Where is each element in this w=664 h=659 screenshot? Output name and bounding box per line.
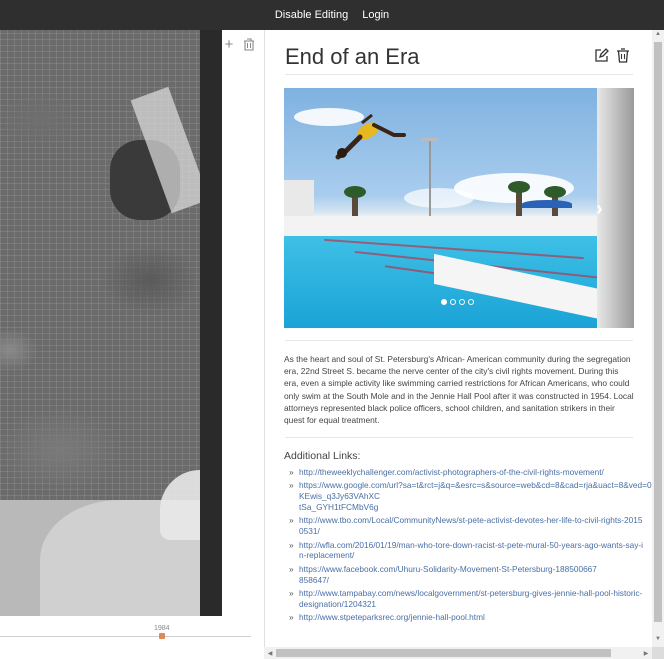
scroll-down-icon[interactable]: ▼ — [652, 636, 664, 642]
login-link[interactable]: Login — [362, 9, 389, 21]
story-panel: End of an Era › As the heart and soul of… — [264, 30, 652, 647]
external-link[interactable]: https://www.facebook.com/Uhuru-Solidarit… — [299, 564, 597, 585]
pool-diver-photo — [284, 88, 597, 328]
plus-icon[interactable]: + — [222, 37, 236, 52]
scroll-right-icon[interactable]: ▶ — [640, 650, 652, 657]
scrollbar-thumb[interactable] — [654, 42, 662, 622]
list-item: http://www.tampabay.com/news/localgovern… — [289, 588, 644, 610]
timeline-track[interactable] — [0, 636, 251, 637]
aerial-map-image[interactable] — [0, 30, 222, 616]
timeline-year-label: 1984 — [154, 625, 170, 632]
chevron-right-icon[interactable]: › — [596, 198, 603, 221]
timeline-handle[interactable] — [159, 633, 165, 639]
external-link[interactable]: http://theweeklychallenger.com/activist-… — [299, 467, 604, 477]
story-title: End of an Era — [285, 44, 420, 69]
carousel-dot[interactable] — [450, 299, 456, 305]
vertical-scrollbar[interactable]: ▲ ▼ — [652, 30, 664, 647]
external-link[interactable]: http://wfla.com/2016/01/19/man-who-tore-… — [299, 540, 643, 561]
additional-links-heading: Additional Links: — [284, 450, 361, 462]
scroll-left-icon[interactable]: ◀ — [264, 650, 276, 657]
list-item: https://www.facebook.com/Uhuru-Solidarit… — [289, 564, 599, 586]
list-item: http://www.tbo.com/Local/CommunityNews/s… — [289, 515, 644, 537]
image-carousel[interactable]: › — [284, 88, 634, 328]
horizontal-scrollbar[interactable]: ◀ ▶ — [264, 647, 652, 659]
diver-figure — [335, 113, 406, 160]
list-item: https://www.google.com/url?sa=t&rct=j&q=… — [289, 480, 652, 512]
additional-links-list: http://theweeklychallenger.com/activist-… — [289, 467, 652, 626]
external-link[interactable]: https://www.google.com/url?sa=t&rct=j&q=… — [299, 480, 652, 512]
external-link[interactable]: http://www.tbo.com/Local/CommunityNews/s… — [299, 515, 643, 536]
trash-icon[interactable] — [242, 38, 256, 52]
story-body-text: As the heart and soul of St. Petersburg'… — [284, 354, 634, 426]
map-panel: + 1984 — [0, 30, 264, 659]
carousel-indicators — [441, 299, 474, 305]
timeline-slider[interactable]: 1984 — [0, 616, 264, 659]
external-link[interactable]: http://www.tampabay.com/news/localgovern… — [299, 588, 642, 609]
carousel-dot[interactable] — [468, 299, 474, 305]
carousel-dot[interactable] — [459, 299, 465, 305]
external-link[interactable]: http://www.stpeteparksrec.org/jennie-hal… — [299, 612, 485, 622]
list-item: http://www.stpeteparksrec.org/jennie-hal… — [289, 612, 652, 623]
scroll-up-icon[interactable]: ▲ — [652, 31, 664, 37]
edit-icon[interactable] — [594, 48, 610, 64]
carousel-dot[interactable] — [441, 299, 447, 305]
scrollbar-thumb[interactable] — [276, 649, 611, 657]
disable-editing-link[interactable]: Disable Editing — [275, 9, 348, 21]
list-item: http://wfla.com/2016/01/19/man-who-tore-… — [289, 540, 644, 562]
list-item: http://theweeklychallenger.com/activist-… — [289, 467, 652, 478]
top-navbar: Disable Editing Login — [0, 0, 664, 30]
trash-icon[interactable] — [616, 48, 632, 64]
